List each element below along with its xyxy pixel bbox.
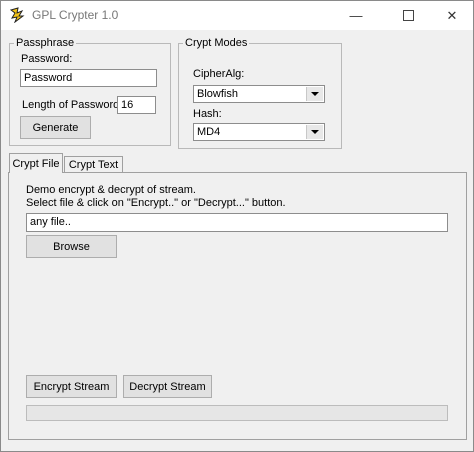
close-button[interactable]: ✕ [429, 1, 474, 30]
app-window: GPL Crypter 1.0 — ✕ Passphrase Password:… [0, 0, 474, 452]
close-icon: ✕ [446, 7, 458, 23]
minimize-icon: — [349, 8, 363, 23]
cipher-select[interactable]: Blowfish [193, 85, 325, 103]
length-label: Length of Password: [22, 99, 123, 111]
length-field[interactable]: 16 [117, 96, 156, 114]
hash-select[interactable]: MD4 [193, 123, 325, 141]
decrypt-stream-button[interactable]: Decrypt Stream [123, 375, 212, 398]
crypt-modes-legend: Crypt Modes [185, 37, 248, 49]
chevron-down-icon [311, 130, 319, 134]
window-title: GPL Crypter 1.0 [32, 8, 119, 22]
description-line-1: Demo encrypt & decrypt of stream. [26, 184, 196, 196]
minimize-button[interactable]: — [333, 1, 379, 30]
title-bar[interactable]: GPL Crypter 1.0 — ✕ [1, 1, 473, 30]
maximize-icon [402, 10, 414, 21]
maximize-button[interactable] [385, 1, 431, 30]
hash-value: MD4 [197, 126, 221, 138]
app-icon [9, 7, 25, 23]
password-field[interactable]: Password [20, 69, 157, 87]
cipher-label: CipherAlg: [193, 68, 245, 80]
browse-button[interactable]: Browse [26, 235, 117, 258]
tab-crypt-file[interactable]: Crypt File [9, 153, 63, 173]
tab-crypt-text[interactable]: Crypt Text [64, 156, 123, 173]
description-line-2: Select file & click on "Encrypt.." or "D… [26, 197, 286, 209]
encrypt-stream-button[interactable]: Encrypt Stream [26, 375, 117, 398]
chevron-down-icon [311, 92, 319, 96]
passphrase-legend: Passphrase [16, 37, 75, 49]
progress-bar [26, 405, 448, 421]
hash-dropdown-button[interactable] [306, 125, 323, 139]
file-path-field[interactable]: any file.. [26, 213, 448, 232]
generate-button[interactable]: Generate [20, 116, 91, 139]
cipher-value: Blowfish [197, 88, 238, 100]
cipher-dropdown-button[interactable] [306, 87, 323, 101]
hash-label: Hash: [193, 108, 222, 120]
password-label: Password: [21, 53, 73, 65]
